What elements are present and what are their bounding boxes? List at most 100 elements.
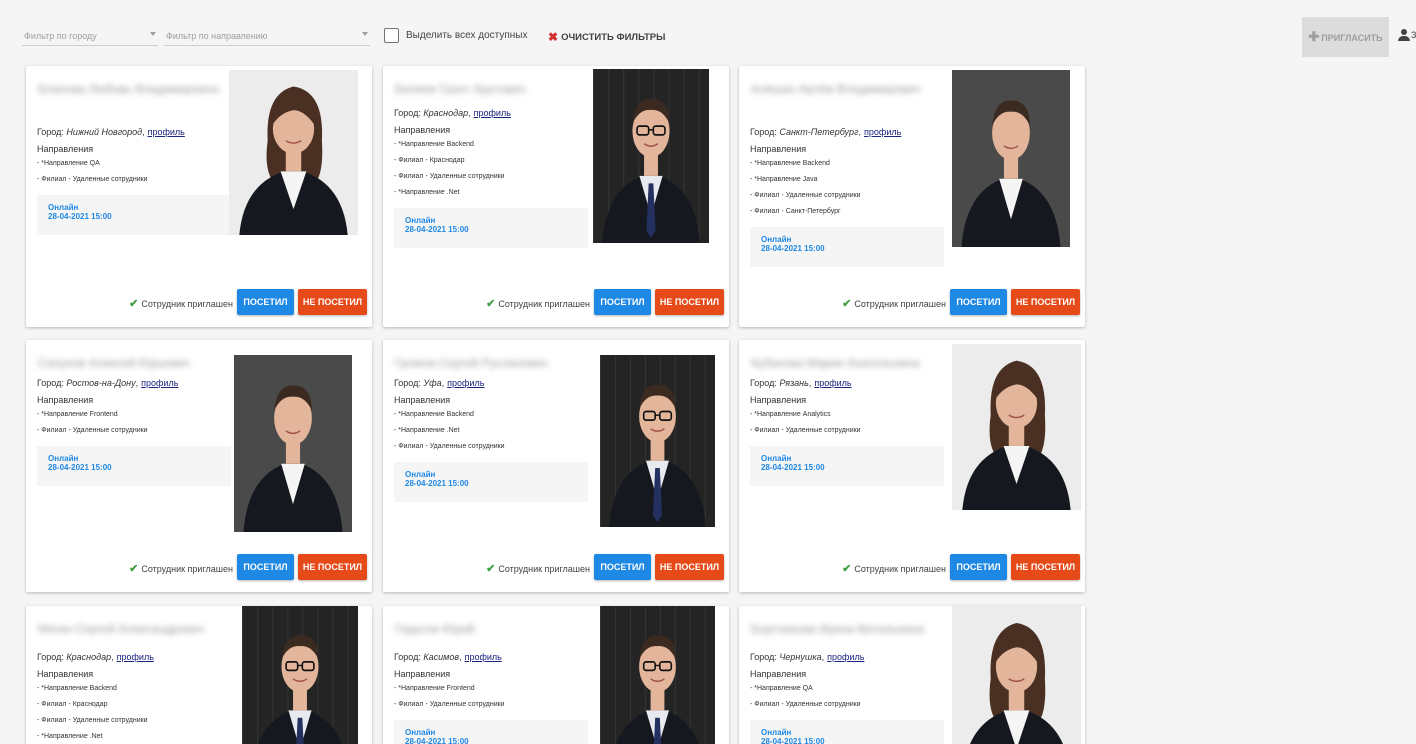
directions-title: Направления <box>750 144 807 154</box>
event-info: Онлайн 28-04-2021 15:00 <box>37 195 231 235</box>
event-status: Онлайн <box>405 470 436 479</box>
select-all-checkbox[interactable] <box>384 28 399 43</box>
direction-item: - *Направление .Net <box>37 733 103 740</box>
event-date: 28-04-2021 15:00 <box>761 463 825 472</box>
clear-filters-button[interactable]: ✖ ОЧИСТИТЬ ФИЛЬТРЫ <box>548 29 666 44</box>
chevron-down-icon <box>362 32 368 36</box>
event-status: Онлайн <box>761 235 792 244</box>
profile-link[interactable]: профиль <box>148 127 185 137</box>
event-status: Онлайн <box>761 454 792 463</box>
employee-city: Город: Уфа, профиль <box>394 378 485 388</box>
directions-title: Направления <box>394 395 451 405</box>
card-actions: ✔ Сотрудник приглашен ПОСЕТИЛ НЕ ПОСЕТИЛ <box>739 289 1085 315</box>
invite-label: ПРИГЛАСИТЬ <box>1321 33 1383 43</box>
profile-link[interactable]: профиль <box>827 652 864 662</box>
profile-link[interactable]: профиль <box>141 378 178 388</box>
employee-photo <box>229 70 358 235</box>
employee-photo <box>600 355 715 527</box>
direction-item: - Филиал - Удаленные сотрудники <box>37 427 148 434</box>
select-all-label: Выделить всех доступных <box>406 30 528 41</box>
employee-card: Сапунов Алексей Юрьевич Город: Ростов-на-… <box>26 340 372 592</box>
city-value: Краснодар <box>66 652 112 662</box>
direction-item: - Филиал - Удаленные сотрудники <box>37 176 148 183</box>
event-date: 28-04-2021 15:00 <box>48 212 112 221</box>
city-value: Краснодар <box>423 108 469 118</box>
direction-item: - *Направление QA <box>37 160 100 167</box>
close-icon: ✖ <box>548 30 559 44</box>
employee-card: Бортникова Ирина Витальевна Город: Чернуш… <box>739 606 1085 744</box>
event-status: Онлайн <box>761 728 792 737</box>
profile-link[interactable]: профиль <box>814 378 851 388</box>
city-filter-select[interactable]: Фильтр по городу <box>22 26 158 46</box>
city-filter-label: Фильтр по городу <box>24 31 97 41</box>
employee-name: Громов Сергей Русланович <box>395 356 548 370</box>
visited-button[interactable]: ПОСЕТИЛ <box>950 289 1007 315</box>
invited-label: Сотрудник приглашен <box>141 564 233 574</box>
directions-title: Направления <box>37 669 94 679</box>
directions-list: - *Направление Backend - *Направление .Ne… <box>394 408 505 456</box>
employee-city: Город: Нижний Новгород, профиль <box>37 127 185 137</box>
profile-link[interactable]: профиль <box>465 652 502 662</box>
direction-item: - Филиал - Удаленные сотрудники <box>750 701 861 708</box>
invite-button[interactable]: ✚ ПРИГЛАСИТЬ <box>1302 17 1389 57</box>
visited-button[interactable]: ПОСЕТИЛ <box>950 554 1007 580</box>
directions-list: - *Направление Backend - Филиал - Краснод… <box>394 138 505 202</box>
user-menu-button[interactable]: З <box>1397 26 1416 46</box>
employee-card: Беляев Грант Арутович Город: Краснодар, пр… <box>383 66 729 327</box>
direction-item: - *Направление .Net <box>394 427 460 434</box>
city-prefix: Город: <box>37 378 64 388</box>
city-prefix: Город: <box>394 108 421 118</box>
event-date: 28-04-2021 15:00 <box>405 479 469 488</box>
employee-photo <box>242 606 358 744</box>
invited-label: Сотрудник приглашен <box>498 564 590 574</box>
employee-name: Блинова Любовь Владимировна <box>38 82 219 96</box>
profile-link[interactable]: профиль <box>474 108 511 118</box>
employee-photo <box>593 69 709 243</box>
direction-item: - Филиал - Удаленные сотрудники <box>750 427 861 434</box>
profile-link[interactable]: профиль <box>447 378 484 388</box>
city-value: Санкт-Петербург <box>779 127 859 137</box>
not-visited-button[interactable]: НЕ ПОСЕТИЛ <box>655 554 724 580</box>
event-status: Онлайн <box>405 728 436 737</box>
event-date: 28-04-2021 15:00 <box>761 244 825 253</box>
event-info: Онлайн 28-04-2021 15:00 <box>750 446 944 486</box>
visited-button[interactable]: ПОСЕТИЛ <box>594 554 651 580</box>
not-visited-button[interactable]: НЕ ПОСЕТИЛ <box>298 289 367 315</box>
profile-link[interactable]: профиль <box>117 652 154 662</box>
direction-item: - *Направление Frontend <box>394 685 475 692</box>
invited-label: Сотрудник приглашен <box>854 564 946 574</box>
event-status: Онлайн <box>48 454 79 463</box>
not-visited-button[interactable]: НЕ ПОСЕТИЛ <box>298 554 367 580</box>
visited-button[interactable]: ПОСЕТИЛ <box>237 554 294 580</box>
event-status: Онлайн <box>48 203 79 212</box>
not-visited-button[interactable]: НЕ ПОСЕТИЛ <box>1011 554 1080 580</box>
not-visited-button[interactable]: НЕ ПОСЕТИЛ <box>1011 289 1080 315</box>
invited-label: Сотрудник приглашен <box>854 299 946 309</box>
check-icon: ✔ <box>486 563 496 575</box>
directions-list: - *Направление Frontend - Филиал - Удален… <box>394 682 505 714</box>
event-date: 28-04-2021 15:00 <box>48 463 112 472</box>
invited-label: Сотрудник приглашен <box>141 299 233 309</box>
profile-link[interactable]: профиль <box>864 127 901 137</box>
direction-item: - *Направление Backend <box>37 685 117 692</box>
clear-filters-label: ОЧИСТИТЬ ФИЛЬТРЫ <box>561 32 666 43</box>
visited-button[interactable]: ПОСЕТИЛ <box>594 289 651 315</box>
directions-list: - *Направление Frontend - Филиал - Удален… <box>37 408 148 440</box>
directions-list: - *Направление Analytics - Филиал - Удале… <box>750 408 861 440</box>
event-info: Онлайн 28-04-2021 15:00 <box>394 720 588 744</box>
employee-card: Герусов Юрий Город: Касимов, профиль Направ… <box>383 606 729 744</box>
directions-list: - *Направление Backend - *Направление Jav… <box>750 157 861 221</box>
direction-item: - *Направление QA <box>750 685 813 692</box>
direction-item: - *Направление Analytics <box>750 411 831 418</box>
direction-item: - *Направление Java <box>750 176 818 183</box>
not-visited-button[interactable]: НЕ ПОСЕТИЛ <box>655 289 724 315</box>
event-date: 28-04-2021 15:00 <box>405 225 469 234</box>
direction-filter-select[interactable]: Фильтр по направлению <box>164 26 370 46</box>
visited-button[interactable]: ПОСЕТИЛ <box>237 289 294 315</box>
employee-photo <box>952 70 1070 247</box>
directions-list: - *Направление QA - Филиал - Удаленные со… <box>37 157 148 189</box>
employee-name: Герусов Юрий <box>395 622 475 636</box>
invited-status: ✔ Сотрудник приглашен <box>842 562 946 575</box>
direction-item: - Филиал - Удаленные сотрудники <box>394 701 505 708</box>
employee-city: Город: Чернушка, профиль <box>750 652 865 662</box>
